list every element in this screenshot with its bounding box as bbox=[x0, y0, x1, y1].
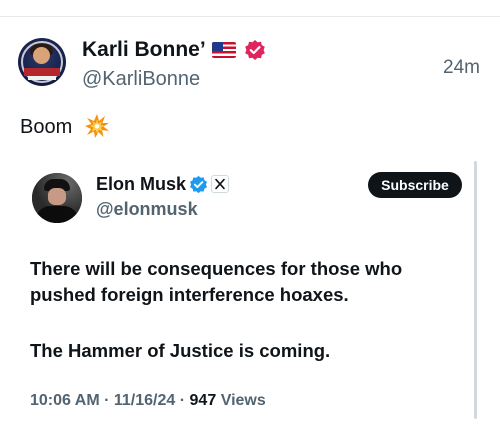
quoted-author-handle[interactable]: @elonmusk bbox=[96, 199, 198, 220]
avatar-banner-strip bbox=[28, 76, 56, 80]
quoted-text-line-2: pushed foreign interference hoaxes. bbox=[30, 284, 349, 305]
meta-separator: · bbox=[179, 392, 186, 409]
quoted-date[interactable]: 11/16/24 bbox=[114, 392, 175, 409]
quoted-text-line-3: The Hammer of Justice is coming. bbox=[30, 340, 331, 361]
blue-verified-icon bbox=[190, 175, 207, 194]
quoted-author-avatar[interactable] bbox=[32, 173, 82, 223]
top-divider bbox=[0, 16, 500, 17]
post-text: Boom bbox=[20, 116, 73, 138]
views-label: Views bbox=[220, 392, 266, 409]
avatar-banner bbox=[24, 68, 60, 76]
quoted-author-name[interactable]: Elon Musk bbox=[96, 174, 186, 195]
author-handle[interactable]: @KarliBonne bbox=[82, 68, 200, 91]
post-time[interactable]: 24m bbox=[443, 57, 480, 79]
avatar-face bbox=[33, 47, 50, 64]
collision-emoji-icon bbox=[85, 114, 109, 138]
quoted-time[interactable]: 10:06 AM bbox=[30, 392, 100, 409]
avatar-shirt bbox=[36, 206, 78, 223]
subscribe-button[interactable]: Subscribe bbox=[368, 172, 462, 198]
quoted-meta: 10:06 AM · 11/16/24 · 947 Views bbox=[30, 392, 266, 410]
author-avatar[interactable] bbox=[18, 38, 66, 86]
quoted-card-border bbox=[474, 161, 477, 419]
pink-verified-icon bbox=[245, 40, 265, 60]
flag-canton bbox=[212, 42, 223, 51]
views-count[interactable]: 947 bbox=[190, 392, 217, 409]
avatar-face bbox=[48, 188, 66, 205]
quoted-text-line-1: There will be consequences for those who bbox=[30, 258, 403, 279]
author-name[interactable]: Karli Bonne’ bbox=[82, 38, 206, 62]
x-logo-icon[interactable] bbox=[211, 175, 229, 193]
us-flag-icon bbox=[212, 42, 236, 58]
meta-separator: · bbox=[104, 392, 110, 409]
